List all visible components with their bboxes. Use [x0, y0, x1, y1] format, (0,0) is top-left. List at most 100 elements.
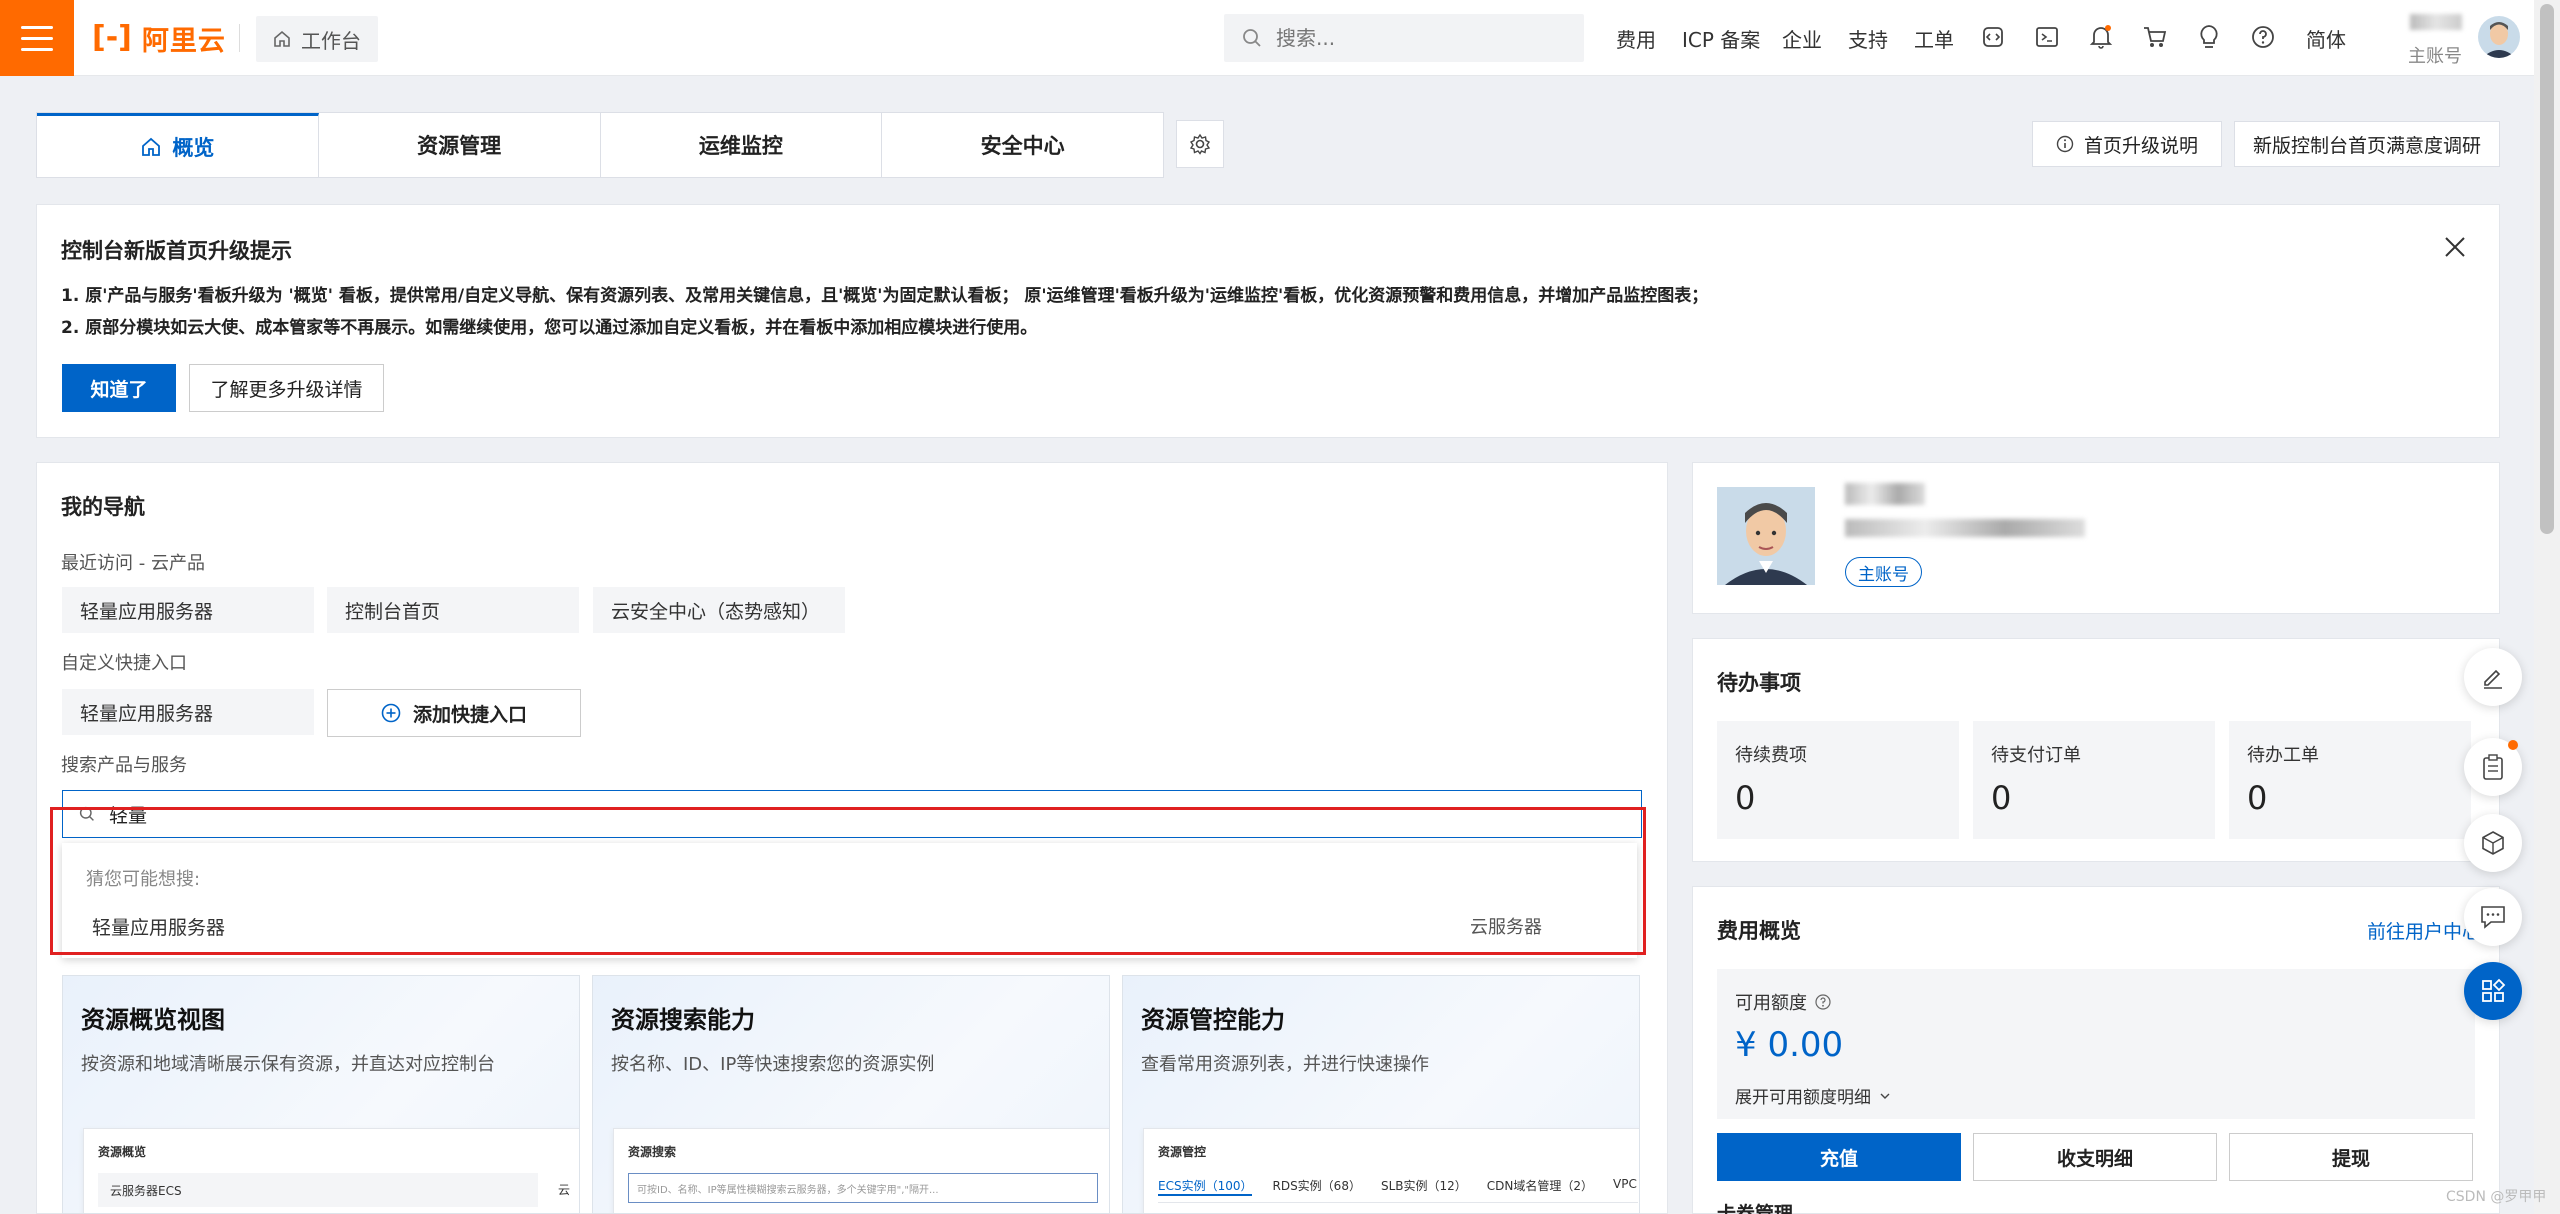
transaction-detail-button[interactable]: 收支明细 — [1973, 1133, 2217, 1181]
info-icon — [2056, 135, 2074, 153]
cube-float-button[interactable] — [2464, 814, 2522, 872]
credit-amount: ¥ 0.00 — [1735, 1025, 1844, 1065]
language-switch[interactable]: 简体 — [2306, 24, 2346, 53]
cube-icon — [2482, 831, 2504, 855]
recent-label: 最近访问 - 云产品 — [61, 553, 205, 574]
got-it-button[interactable]: 知道了 — [62, 364, 176, 412]
workbench-button[interactable]: 工作台 — [256, 16, 378, 62]
help-icon[interactable] — [2248, 22, 2278, 52]
avatar[interactable] — [1717, 487, 1815, 585]
close-icon[interactable] — [2441, 233, 2469, 261]
global-search-input[interactable] — [1276, 26, 1556, 50]
upgrade-note-button[interactable]: 首页升级说明 — [2032, 121, 2222, 167]
nav-link-enterprise[interactable]: 企业 — [1782, 24, 1822, 53]
card-preview-tab: ECS实例（100） — [1158, 1177, 1253, 1196]
highlight-annotation-box — [50, 807, 1646, 955]
recent-item-console-home[interactable]: 控制台首页 — [327, 587, 579, 633]
tab-settings-button[interactable] — [1176, 120, 1224, 168]
feature-card-resource-search[interactable]: 资源搜索能力 按名称、ID、IP等快速搜索您的资源实例 资源搜索 可按ID、名称… — [592, 975, 1110, 1214]
account-id-blurred — [1845, 519, 2085, 537]
aliyun-logo[interactable]: [-] 阿里云 — [92, 20, 226, 57]
card-preview-tab: CDN域名管理（2） — [1486, 1179, 1593, 1193]
available-credit-box: 可用额度 ¥ 0.00 展开可用额度明细 — [1717, 969, 2475, 1119]
account-name-blurred — [2410, 14, 2462, 30]
chat-float-button[interactable] — [2464, 888, 2522, 946]
nav-link-icp[interactable]: ICP 备案 — [1682, 24, 1760, 53]
credit-label: 可用额度 — [1735, 989, 1831, 1015]
tab-ops-monitoring[interactable]: 运维监控 — [601, 113, 883, 177]
account-type-badge: 主账号 — [1845, 557, 1922, 587]
expand-credit-label: 展开可用额度明细 — [1735, 1088, 1871, 1108]
lightbulb-icon[interactable] — [2194, 22, 2224, 52]
add-shortcut-label: 添加快捷入口 — [412, 703, 527, 726]
fee-overview-panel: 费用概览 前往用户中心 可用额度 ¥ 0.00 展开可用额度明细 充值 收支明细… — [1692, 886, 2500, 1214]
bell-icon[interactable] — [2086, 22, 2116, 52]
card-preview-tabs: ECS实例（100） RDS实例（68） SLB实例（12） CDN域名管理（2… — [1158, 1177, 1638, 1203]
withdraw-button[interactable]: 提现 — [2229, 1133, 2473, 1181]
card-preview: 资源概览 云服务器ECS 云 — [83, 1128, 579, 1213]
tab-overview[interactable]: 概览 — [37, 113, 319, 177]
workbench-label: 工作台 — [301, 28, 361, 53]
todo-item-pending-orders[interactable]: 待支付订单 0 — [1973, 721, 2215, 839]
card-preview-row: 云服务器ECS — [98, 1173, 538, 1207]
learn-more-button[interactable]: 了解更多升级详情 — [189, 364, 384, 412]
divider — [239, 24, 240, 52]
todo-count: 0 — [1735, 779, 1756, 817]
upgrade-note-label: 首页升级说明 — [2083, 134, 2198, 157]
edit-float-button[interactable] — [2464, 648, 2522, 706]
recent-item-cloud-security[interactable]: 云安全中心（态势感知） — [593, 587, 845, 633]
tab-label: 安全中心 — [980, 134, 1065, 158]
tab-resource-management[interactable]: 资源管理 — [319, 113, 601, 177]
todo-count: 0 — [2247, 779, 2268, 817]
card-preview-search: 可按ID、名称、IP等属性模糊搜索云服务器，多个关键字用","隔开... — [628, 1173, 1098, 1203]
dashboard-tabs: 概览 资源管理 运维监控 安全中心 — [36, 112, 1164, 178]
apps-float-button[interactable] — [2464, 962, 2522, 1020]
global-search[interactable] — [1224, 14, 1584, 62]
recent-item-lightweight-server[interactable]: 轻量应用服务器 — [62, 587, 314, 633]
card-preview-search-placeholder: 可按ID、名称、IP等属性模糊搜索云服务器，多个关键字用","隔开... — [637, 1184, 939, 1196]
todo-title: 待办事项 — [1717, 671, 1801, 695]
home-icon — [274, 30, 290, 47]
todo-label: 待续费项 — [1735, 745, 1807, 766]
card-preview: 资源管控 ECS实例（100） RDS实例（68） SLB实例（12） CDN域… — [1143, 1128, 1639, 1213]
clipboard-float-button[interactable] — [2464, 738, 2522, 796]
scrollbar-thumb[interactable] — [2540, 4, 2554, 534]
home-icon — [142, 137, 161, 156]
product-search-label: 搜索产品与服务 — [61, 755, 187, 776]
upgrade-notice-panel: 控制台新版首页升级提示 1. 原'产品与服务'看板升级为 '概览' 看板，提供常… — [36, 204, 2500, 438]
todo-count: 0 — [1991, 779, 2012, 817]
nav-link-fee[interactable]: 费用 — [1616, 24, 1656, 53]
aliyun-logo-mark: [-] — [92, 20, 132, 55]
add-shortcut-button[interactable]: 添加快捷入口 — [327, 689, 581, 737]
account-type-label: 主账号 — [2408, 46, 2462, 67]
recharge-button[interactable]: 充值 — [1717, 1133, 1961, 1181]
question-icon[interactable] — [1815, 994, 1831, 1010]
code-icon[interactable] — [1978, 22, 2008, 52]
card-preview-tab: SLB实例（12） — [1380, 1179, 1467, 1193]
nav-link-ticket[interactable]: 工单 — [1914, 24, 1954, 53]
survey-button[interactable]: 新版控制台首页满意度调研 — [2234, 121, 2500, 167]
apps-icon — [2482, 978, 2506, 1002]
todo-item-tickets[interactable]: 待办工单 0 — [2229, 721, 2471, 839]
feature-card-resource-control[interactable]: 资源管控能力 查看常用资源列表，并进行快速操作 资源管控 ECS实例（100） … — [1122, 975, 1640, 1214]
todo-item-renewal[interactable]: 待续费项 0 — [1717, 721, 1959, 839]
avatar[interactable] — [2478, 16, 2520, 58]
feature-card-resource-overview[interactable]: 资源概览视图 按资源和地域清晰展示保有资源，并直达对应控制台 资源概览 云服务器… — [62, 975, 580, 1214]
menu-button[interactable] — [0, 0, 74, 76]
expand-credit-detail[interactable]: 展开可用额度明细 — [1735, 1083, 1891, 1108]
card-preview-title: 资源概览 — [98, 1145, 147, 1159]
profile-card: 主账号 — [1692, 462, 2500, 614]
card-preview: 资源搜索 可按ID、名称、IP等属性模糊搜索云服务器，多个关键字用","隔开..… — [613, 1128, 1109, 1213]
aliyun-logo-text: 阿里云 — [141, 25, 226, 57]
cart-icon[interactable] — [2140, 22, 2170, 52]
card-preview-tab: VPC — [1613, 1177, 1637, 1191]
nav-link-support[interactable]: 支持 — [1848, 24, 1888, 53]
card-title: 资源管控能力 — [1141, 1006, 1285, 1034]
chevron-down-icon — [1880, 1093, 1890, 1099]
coupon-management-title: 卡券管理 — [1717, 1203, 1794, 1214]
top-bar: [-] 阿里云 工作台 费用 ICP 备案 企业 支持 工单 简体 主账号 — [0, 0, 2534, 76]
shortcut-lightweight-server[interactable]: 轻量应用服务器 — [62, 689, 314, 735]
terminal-icon[interactable] — [2032, 22, 2062, 52]
todo-label: 待办工单 — [2247, 745, 2319, 766]
tab-security-center[interactable]: 安全中心 — [882, 113, 1163, 177]
